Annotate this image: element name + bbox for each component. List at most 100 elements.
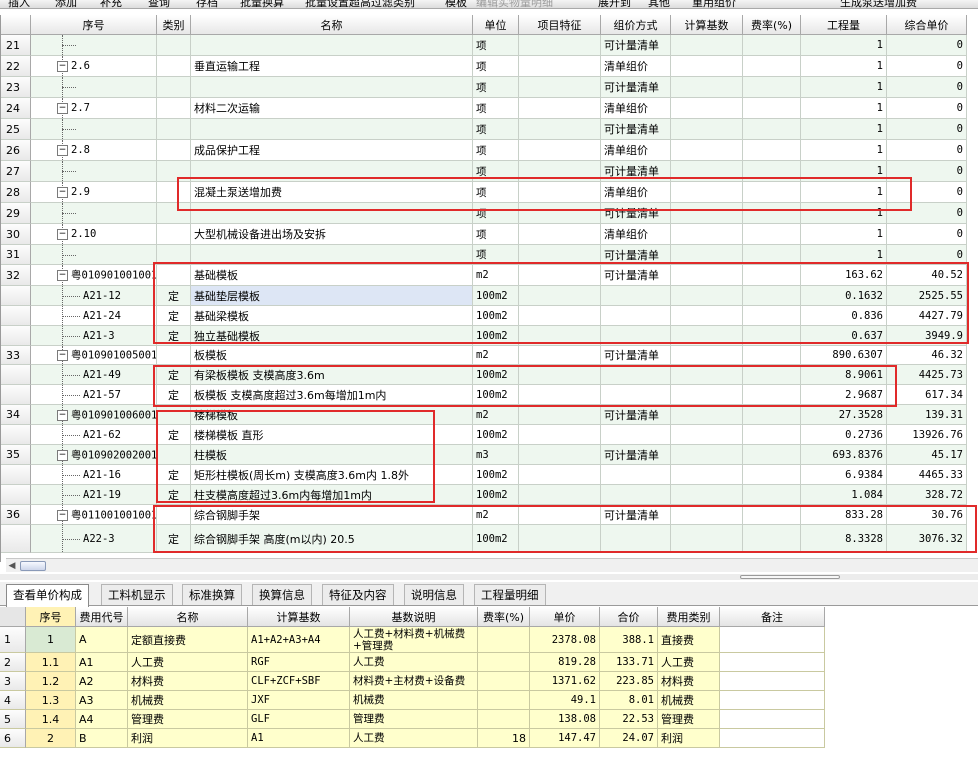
fee-seq[interactable]: 1 (26, 627, 76, 653)
collapse-icon[interactable]: − (57, 187, 68, 198)
item-name[interactable]: 楼梯模板 (191, 405, 473, 425)
column-header[interactable]: 基数说明 (350, 607, 478, 627)
item-features[interactable] (519, 98, 601, 119)
pricing-method[interactable]: 可计量清单 (601, 265, 671, 286)
column-header[interactable]: 单价 (530, 607, 600, 627)
row-number[interactable]: 32 (1, 265, 31, 286)
item-name[interactable]: 板模板 (191, 346, 473, 365)
base-description[interactable]: 人工费 (350, 653, 478, 672)
fee-rate[interactable] (478, 691, 530, 710)
fee-code[interactable]: A2 (76, 672, 128, 691)
rate[interactable] (743, 56, 801, 77)
item-name[interactable]: 基础梁模板 (191, 306, 473, 326)
item-name[interactable]: 成品保护工程 (191, 140, 473, 161)
table-row[interactable]: 29 项 可计量清单 1 0 (1, 203, 978, 224)
calc-base[interactable] (671, 485, 743, 505)
quantity[interactable]: 163.62 (801, 265, 887, 286)
column-header[interactable]: 合价 (600, 607, 658, 627)
table-row[interactable]: 34− 粤010901006001 楼梯模板 m2 可计量清单 27.3528 139.31 (1, 405, 978, 425)
column-header[interactable]: 单位 (473, 15, 519, 35)
rate[interactable] (743, 465, 801, 485)
quantity[interactable]: 1 (801, 245, 887, 265)
calc-base[interactable] (671, 56, 743, 77)
fee-name[interactable]: 机械费 (128, 691, 248, 710)
table-row[interactable]: 21 项 可计量清单 1 0 (1, 35, 978, 56)
pricing-method[interactable] (601, 485, 671, 505)
column-header[interactable]: 费率(%) (478, 607, 530, 627)
tree-cell[interactable]: −2.8 (31, 140, 157, 161)
table-row[interactable]: A21-57 定板模板 支模高度超过3.6m每增加1m内 100m2 2.9687 61… (1, 385, 978, 405)
item-name[interactable]: 基础模板 (191, 265, 473, 286)
fee-total[interactable]: 223.85 (600, 672, 658, 691)
row-number[interactable] (1, 465, 31, 485)
toolbar-item[interactable]: 其他 (648, 0, 670, 8)
calc-base[interactable] (671, 405, 743, 425)
calc-base[interactable] (671, 425, 743, 445)
fee-category[interactable]: 材料费 (658, 672, 720, 691)
row-number[interactable]: 21 (1, 35, 31, 56)
row-number[interactable] (1, 485, 31, 505)
fee-rate[interactable] (478, 710, 530, 729)
pricing-method[interactable] (601, 365, 671, 385)
table-row[interactable]: 26−2.8 成品保护工程项清单组价 1 0 (1, 140, 978, 161)
rate[interactable] (743, 77, 801, 98)
rate[interactable] (743, 326, 801, 346)
rate[interactable] (743, 445, 801, 465)
row-number[interactable]: 34 (1, 405, 31, 425)
tree-cell[interactable]: A21-19 (31, 485, 157, 505)
table-row[interactable]: 24−2.7 材料二次运输项清单组价 1 0 (1, 98, 978, 119)
item-features[interactable] (519, 182, 601, 203)
tree-cell[interactable] (31, 119, 157, 140)
fee-seq[interactable]: 1.1 (26, 653, 76, 672)
row-number[interactable] (1, 425, 31, 445)
toolbar-item[interactable]: 添加 (55, 0, 77, 8)
calc-base[interactable] (671, 265, 743, 286)
table-row[interactable]: 35− 粤010902002001 柱模板 m3 可计量清单 693.8376 45.17 (1, 445, 978, 465)
row-number[interactable]: 36 (1, 505, 31, 525)
quantity[interactable]: 1 (801, 161, 887, 182)
rate[interactable] (743, 505, 801, 525)
table-row[interactable]: 36− 粤011001001001 综合钢脚手架 m2 可计量清单 833.28 30.76 (1, 505, 978, 525)
fee-unit-price[interactable]: 2378.08 (530, 627, 600, 653)
quantity[interactable]: 1 (801, 224, 887, 245)
calc-base[interactable] (671, 525, 743, 553)
item-features[interactable] (519, 445, 601, 465)
quantity[interactable]: 890.6307 (801, 346, 887, 365)
quantity[interactable]: 2.9687 (801, 385, 887, 405)
item-features[interactable] (519, 405, 601, 425)
fee-code[interactable]: B (76, 729, 128, 748)
fee-total[interactable]: 388.1 (600, 627, 658, 653)
rate[interactable] (743, 405, 801, 425)
pricing-method[interactable] (601, 465, 671, 485)
item-name[interactable]: 综合钢脚手架 (191, 505, 473, 525)
pricing-method[interactable] (601, 525, 671, 553)
fee-unit-price[interactable]: 819.28 (530, 653, 600, 672)
quantity[interactable]: 1.084 (801, 485, 887, 505)
pricing-method[interactable] (601, 326, 671, 346)
tree-cell[interactable]: − 粤010901001001 (31, 265, 157, 286)
column-header[interactable]: 费用类别 (658, 607, 720, 627)
column-header[interactable]: 综合单价 (887, 15, 967, 35)
quantity[interactable]: 0.2736 (801, 425, 887, 445)
item-name[interactable]: 板模板 支模高度超过3.6m每增加1m内 (191, 385, 473, 405)
quantity[interactable]: 1 (801, 203, 887, 224)
pricing-method[interactable]: 清单组价 (601, 56, 671, 77)
table-row[interactable]: 1 1 A 定额直接费 A1+A2+A3+A4 人工费+材料费+机械费+管理费 2378.0… (0, 627, 825, 653)
item-features[interactable] (519, 425, 601, 445)
tab-item[interactable]: 特征及内容 (322, 584, 394, 605)
tree-cell[interactable]: − 粤010901005001 (31, 346, 157, 365)
item-name[interactable]: 柱支模高度超过3.6m内每增加1m内 (191, 485, 473, 505)
item-name[interactable]: 综合钢脚手架 高度(m以内) 20.5 (191, 525, 473, 553)
item-name[interactable]: 有梁板模板 支模高度3.6m (191, 365, 473, 385)
quantity[interactable]: 1 (801, 140, 887, 161)
pricing-method[interactable]: 可计量清单 (601, 161, 671, 182)
item-features[interactable] (519, 265, 601, 286)
item-features[interactable] (519, 35, 601, 56)
tree-cell[interactable] (31, 161, 157, 182)
pricing-method[interactable] (601, 306, 671, 326)
rate[interactable] (743, 385, 801, 405)
row-number[interactable]: 31 (1, 245, 31, 265)
row-number[interactable]: 28 (1, 182, 31, 203)
pricing-method[interactable]: 可计量清单 (601, 35, 671, 56)
item-features[interactable] (519, 306, 601, 326)
